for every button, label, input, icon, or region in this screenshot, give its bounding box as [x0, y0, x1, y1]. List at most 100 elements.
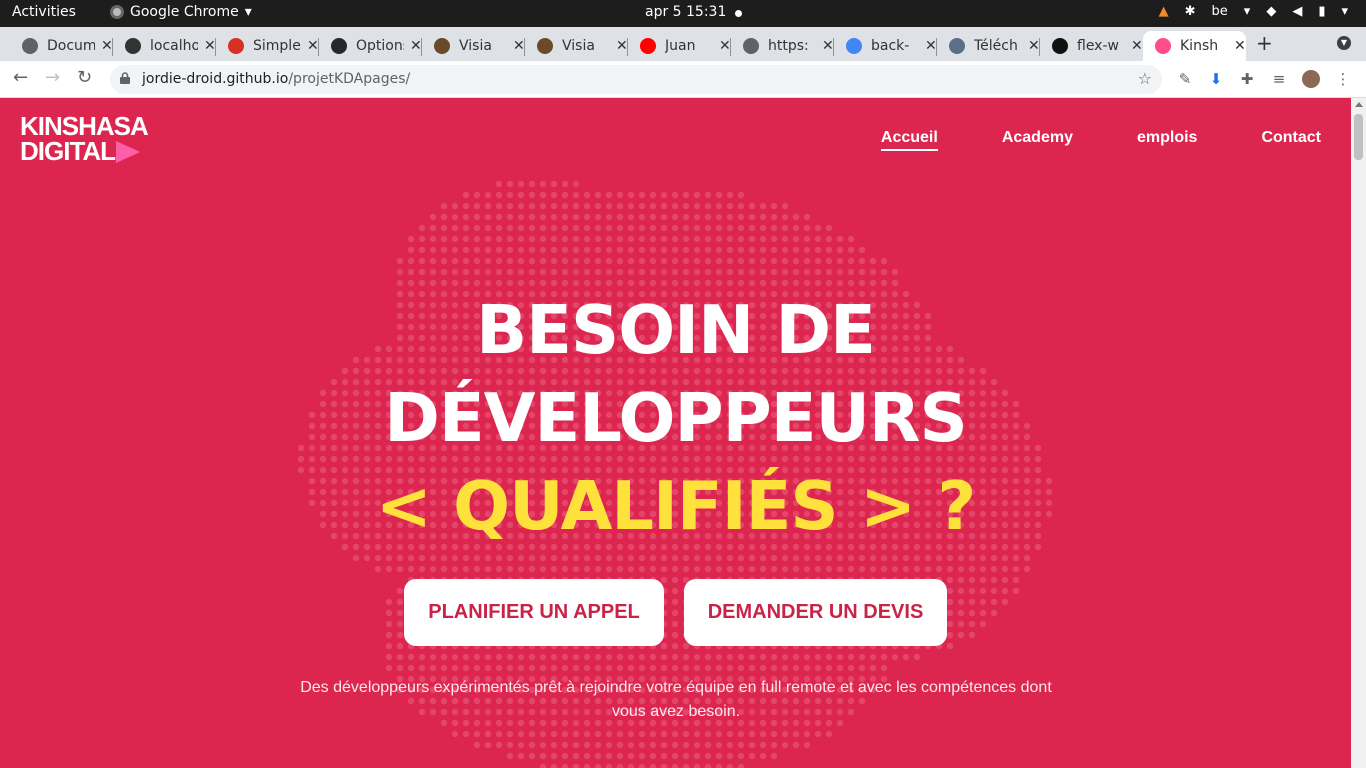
browser-tab[interactable]: Juan ✕	[628, 31, 731, 61]
map-dot	[957, 587, 965, 595]
page-scrollbar[interactable]	[1351, 98, 1366, 768]
browser-tab[interactable]: Kinsh ✕	[1143, 31, 1246, 61]
map-dot	[803, 664, 811, 672]
map-dot	[814, 653, 822, 661]
menu-kebab-icon[interactable]: ⋮	[1334, 70, 1352, 88]
browser-tab[interactable]: Documen ✕	[10, 31, 113, 61]
site-logo[interactable]: KINSHASA DIGITAL	[20, 113, 149, 164]
map-dot	[770, 664, 778, 672]
vlc-icon[interactable]: ▲	[1159, 4, 1169, 19]
close-tab-icon[interactable]: ✕	[1131, 38, 1143, 54]
map-dot	[616, 554, 624, 562]
close-tab-icon[interactable]: ✕	[307, 38, 319, 54]
close-tab-icon[interactable]: ✕	[719, 38, 731, 54]
reload-button[interactable]: ↻	[77, 67, 92, 88]
address-bar[interactable]: jordie-droid.github.io/projetKDApages/ ☆	[110, 65, 1162, 94]
map-dot	[517, 235, 525, 243]
scroll-up-arrow-icon[interactable]	[1355, 102, 1363, 107]
wifi-icon[interactable]: ◆	[1266, 4, 1276, 19]
map-dot	[517, 653, 525, 661]
close-tab-icon[interactable]: ✕	[1234, 38, 1246, 54]
browser-tab[interactable]: localhost ✕	[113, 31, 216, 61]
back-button[interactable]: ←	[13, 67, 28, 88]
map-dot	[704, 565, 712, 573]
map-dot	[561, 664, 569, 672]
map-dot	[715, 763, 723, 768]
map-dot	[682, 224, 690, 232]
map-dot	[473, 554, 481, 562]
system-top-bar: Activities Google Chrome ▾ apr 5 15:31 ▲…	[0, 0, 1366, 27]
map-dot	[594, 664, 602, 672]
volume-icon[interactable]: ◀	[1292, 4, 1302, 19]
tab-search-icon[interactable]: ▼	[1337, 36, 1351, 50]
nav-contact[interactable]: Contact	[1261, 129, 1321, 151]
map-dot	[682, 268, 690, 276]
close-tab-icon[interactable]: ✕	[616, 38, 628, 54]
close-tab-icon[interactable]: ✕	[204, 38, 216, 54]
activities-button[interactable]: Activities	[12, 4, 76, 20]
map-dot	[759, 664, 767, 672]
battery-icon[interactable]: ▮	[1318, 4, 1325, 19]
app-menu[interactable]: Google Chrome ▾	[110, 4, 252, 20]
bookmark-star-icon[interactable]: ☆	[1138, 69, 1152, 88]
close-tab-icon[interactable]: ✕	[1028, 38, 1040, 54]
avatar[interactable]	[1302, 70, 1320, 88]
map-dot	[748, 235, 756, 243]
map-dot	[792, 257, 800, 265]
browser-tab[interactable]: Options ✕	[319, 31, 422, 61]
nav-emplois[interactable]: emplois	[1137, 129, 1197, 151]
map-dot	[935, 565, 943, 573]
nav-academy[interactable]: Academy	[1002, 129, 1073, 151]
forward-button[interactable]: →	[45, 67, 60, 88]
map-dot	[814, 235, 822, 243]
close-tab-icon[interactable]: ✕	[410, 38, 422, 54]
map-dot	[825, 268, 833, 276]
map-dot	[627, 554, 635, 562]
keyboard-layout[interactable]: be	[1212, 4, 1228, 19]
media-queue-icon[interactable]: ≡	[1270, 70, 1288, 88]
map-dot	[957, 554, 965, 562]
close-tab-icon[interactable]: ✕	[925, 38, 937, 54]
browser-tab[interactable]: Visia ✕	[525, 31, 628, 61]
extension-icon[interactable]: ✎	[1176, 70, 1194, 88]
map-dot	[671, 620, 679, 628]
map-dot	[660, 257, 668, 265]
map-dot	[418, 246, 426, 254]
browser-tab[interactable]: back- ✕	[834, 31, 937, 61]
map-dot	[770, 653, 778, 661]
map-dot	[605, 191, 613, 199]
system-tray[interactable]: ▲ ✱ be ▾ ◆ ◀ ▮ ▾	[1159, 4, 1348, 19]
map-dot	[682, 235, 690, 243]
clock[interactable]: apr 5 15:31	[645, 4, 726, 20]
tab-title: Kinsh	[1180, 38, 1219, 54]
download-icon[interactable]: ⬇	[1207, 70, 1225, 88]
browser-tab[interactable]: Visia ✕	[422, 31, 525, 61]
request-quote-button[interactable]: DEMANDER UN DEVIS	[684, 579, 947, 646]
close-tab-icon[interactable]: ✕	[822, 38, 834, 54]
map-dot	[385, 653, 393, 661]
close-tab-icon[interactable]: ✕	[513, 38, 525, 54]
slack-icon[interactable]: ✱	[1185, 4, 1196, 19]
image-icon	[434, 38, 450, 54]
map-dot	[396, 620, 404, 628]
map-dot	[506, 257, 514, 265]
schedule-call-button[interactable]: PLANIFIER UN APPEL	[404, 579, 664, 646]
puzzle-icon[interactable]: ✚	[1238, 70, 1256, 88]
map-dot	[814, 246, 822, 254]
tab-title: localhost	[150, 38, 198, 54]
browser-tab[interactable]: Téléch ✕	[937, 31, 1040, 61]
browser-tab[interactable]: Simple ✕	[216, 31, 319, 61]
map-dot	[451, 213, 459, 221]
map-dot	[726, 235, 734, 243]
browser-tab[interactable]: flex-w ✕	[1040, 31, 1143, 61]
scrollbar-thumb[interactable]	[1354, 114, 1363, 160]
map-dot	[781, 741, 789, 749]
map-dot	[451, 257, 459, 265]
new-tab-button[interactable]: +	[1256, 31, 1273, 55]
browser-tab[interactable]: https: ✕	[731, 31, 834, 61]
map-dot	[737, 224, 745, 232]
nav-accueil[interactable]: Accueil	[880, 129, 938, 151]
map-dot	[418, 224, 426, 232]
close-tab-icon[interactable]: ✕	[101, 38, 113, 54]
map-dot	[880, 268, 888, 276]
